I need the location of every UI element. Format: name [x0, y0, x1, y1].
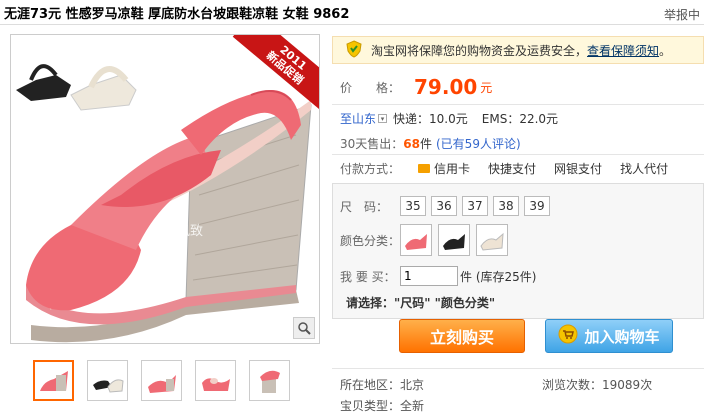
ems-fee: EMS：22.0元: [481, 112, 559, 126]
report-link[interactable]: 举报中: [664, 6, 700, 23]
main-product-image[interactable]: 2011 新品促销 时代风致: [10, 34, 320, 344]
stock-text: 件 (库存25件): [460, 269, 537, 284]
magnifier-icon[interactable]: [293, 317, 315, 339]
add-to-cart-button[interactable]: 加入购物车: [545, 319, 673, 353]
choose-prompt: 请选择："尺码" "颜色分类": [346, 296, 496, 310]
product-title: 无涯73元 性感罗马凉鞋 厚底防水台坡跟鞋凉鞋 女鞋 9862: [4, 7, 350, 22]
price-value: 79.00: [414, 75, 478, 99]
credit-card-icon: [418, 164, 431, 173]
color-row: 颜色分类：: [340, 224, 514, 256]
size-option-35[interactable]: 35: [400, 196, 426, 216]
condition-row: 宝贝类型：全新: [340, 399, 425, 413]
thumbnail-1[interactable]: [33, 360, 74, 401]
chevron-down-icon[interactable]: ▾: [378, 114, 388, 123]
pay-quick: 快捷支付: [488, 162, 537, 176]
quantity-row: 我 要 买： 件 (库存25件): [340, 266, 536, 286]
protection-link[interactable]: 查看保障须知: [587, 44, 659, 58]
color-option-beige[interactable]: [476, 224, 508, 256]
views-row: 浏览次数：19089次: [542, 378, 653, 392]
buy-now-button[interactable]: 立刻购买: [399, 319, 525, 353]
price-unit: 元: [480, 80, 493, 95]
reviews-link[interactable]: (已有59人评论): [436, 135, 521, 152]
size-option-38[interactable]: 38: [493, 196, 519, 216]
header-divider: [0, 24, 704, 25]
quantity-label: 我 要 买：: [340, 269, 396, 284]
location-row: 所在地区：北京: [340, 378, 425, 392]
size-option-39[interactable]: 39: [524, 196, 550, 216]
divider: [332, 368, 704, 369]
thumbnail-5[interactable]: [249, 360, 290, 401]
sandal-illustration: [16, 64, 312, 343]
sales-count: 68: [403, 136, 420, 151]
sales-label: 30天售出：: [340, 137, 404, 151]
region-select[interactable]: 山东: [352, 110, 376, 127]
inset-sandals: [16, 64, 137, 111]
divider: [332, 104, 704, 105]
size-row: 尺 码： 35 36 37 38 39: [340, 196, 555, 216]
color-option-black[interactable]: [438, 224, 470, 256]
color-option-pink[interactable]: [400, 224, 432, 256]
cart-icon: [558, 324, 578, 348]
size-option-36[interactable]: 36: [431, 196, 457, 216]
thumbnail-3[interactable]: [141, 360, 182, 401]
payment-row: 付款方式： 信用卡 快捷支付 网银支付 找人代付: [340, 160, 668, 177]
price-label: 价 格：: [340, 80, 401, 95]
sales-row: 30天售出： 68 件 (已有59人评论): [340, 135, 521, 152]
payment-label: 付款方式：: [340, 162, 401, 176]
price-row: 价 格： 79.00 元: [340, 75, 492, 99]
divider: [332, 154, 704, 155]
protection-notice: 淘宝网将保障您的购物资金及运费安全，查看保障须知。: [332, 36, 704, 64]
thumbnail-4[interactable]: [195, 360, 236, 401]
quantity-input[interactable]: [400, 266, 458, 286]
notice-text: 淘宝网将保障您的购物资金及运费安全，: [371, 43, 588, 58]
pay-credit-card: 信用卡: [418, 160, 470, 177]
thumbnail-strip: [33, 360, 290, 401]
thumbnail-2[interactable]: [87, 360, 128, 401]
pay-bank: 网银支付: [554, 162, 603, 176]
size-option-37[interactable]: 37: [462, 196, 488, 216]
shipping-row: 至 山东 ▾ 快递：10.0元 EMS：22.0元: [340, 110, 559, 127]
shield-icon: [345, 39, 363, 61]
color-label: 颜色分类：: [340, 233, 401, 248]
watermark: 时代风致: [151, 224, 204, 239]
pay-proxy: 找人代付: [620, 162, 669, 176]
size-label: 尺 码：: [340, 199, 389, 214]
express-fee: 快递：10.0元: [393, 112, 468, 126]
